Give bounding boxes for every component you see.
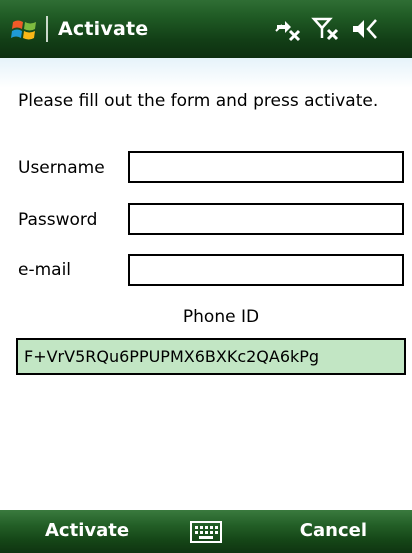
- username-label: Username: [18, 158, 105, 178]
- username-field[interactable]: [128, 151, 404, 183]
- phone-id-field[interactable]: F+VrV5RQu6PPUPMX6BXKc2QA6kPg: [16, 338, 406, 375]
- title-bar: Activate: [0, 0, 412, 58]
- email-label: e-mail: [18, 260, 72, 280]
- windows-start-icon[interactable]: [10, 14, 40, 44]
- form-panel: Please fill out the form and press activ…: [0, 58, 412, 510]
- phone-id-label: Phone ID: [182, 307, 260, 327]
- title-separator: [46, 16, 48, 42]
- data-connection-off-icon[interactable]: [273, 16, 303, 42]
- keyboard-icon[interactable]: [190, 521, 222, 543]
- window-title: Activate: [58, 18, 149, 40]
- volume-icon[interactable]: [350, 16, 380, 42]
- instructions-text: Please fill out the form and press activ…: [18, 91, 379, 111]
- password-label: Password: [18, 210, 98, 230]
- email-field[interactable]: [128, 254, 404, 286]
- bottom-menu-bar: Activate Cancel: [0, 510, 412, 553]
- cancel-softkey[interactable]: Cancel: [300, 518, 367, 544]
- password-field[interactable]: [128, 203, 404, 235]
- activate-softkey[interactable]: Activate: [45, 518, 129, 544]
- signal-off-icon[interactable]: [311, 16, 341, 42]
